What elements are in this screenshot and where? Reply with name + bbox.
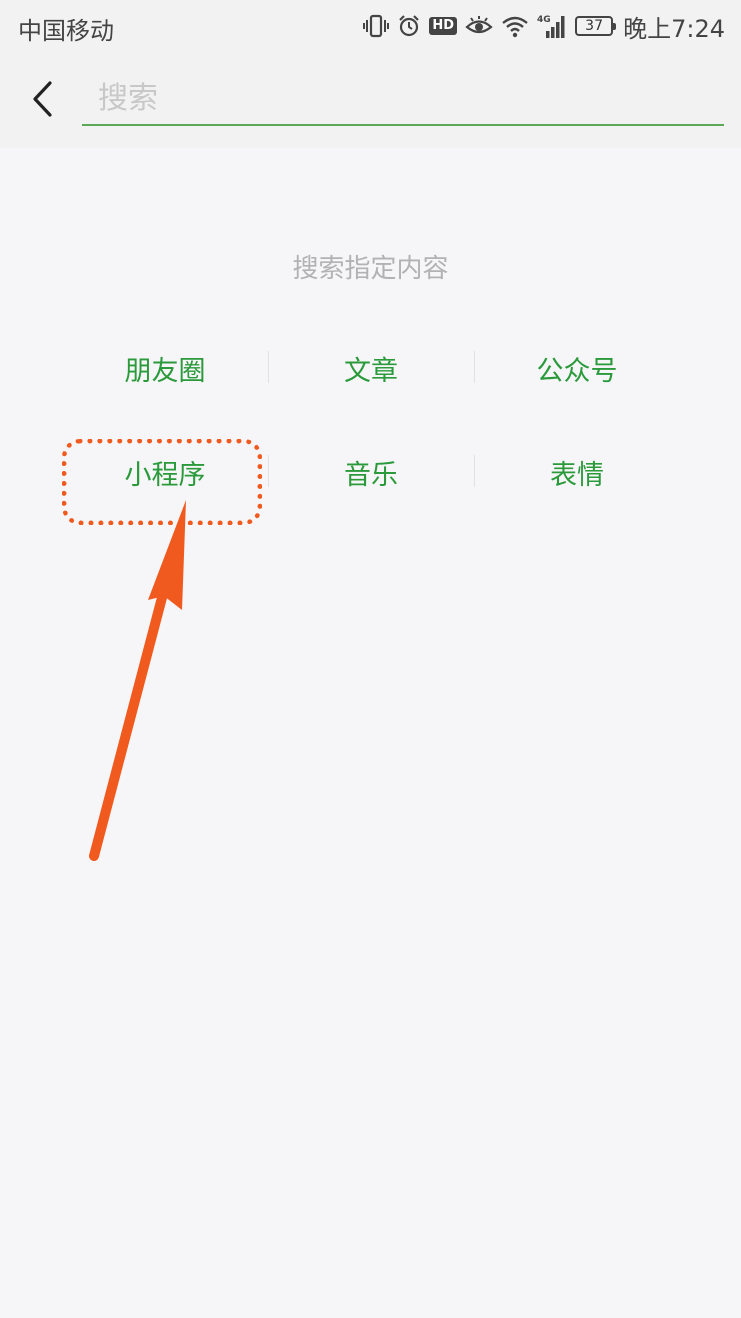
vibrate-icon bbox=[363, 14, 390, 38]
arrow-head bbox=[148, 500, 186, 610]
alarm-icon bbox=[397, 14, 421, 38]
category-music[interactable]: 音乐 bbox=[268, 453, 474, 492]
search-hint: 搜索指定内容 bbox=[292, 254, 449, 284]
category-articles[interactable]: 文章 bbox=[268, 349, 474, 388]
category-mini-programs[interactable]: 小程序 bbox=[62, 453, 268, 492]
search-input[interactable] bbox=[82, 74, 724, 126]
signal-icon: 4G bbox=[537, 13, 567, 39]
status-bar: 中国移动 HD 4G 37 晚上7:24 bbox=[0, 0, 741, 52]
category-official-accounts[interactable]: 公众号 bbox=[474, 349, 680, 388]
back-button[interactable] bbox=[22, 74, 62, 124]
status-icons: HD 4G 37 晚上7:24 bbox=[363, 9, 725, 43]
hd-icon: HD bbox=[429, 17, 458, 35]
annotation-arrow bbox=[89, 500, 186, 861]
wifi-icon bbox=[501, 14, 529, 38]
clock: 晚上7:24 bbox=[623, 14, 725, 43]
network-label: 4G bbox=[537, 15, 551, 25]
eye-icon bbox=[465, 15, 493, 37]
category-moments[interactable]: 朋友圈 bbox=[62, 349, 268, 388]
category-row: 小程序 音乐 表情 bbox=[62, 440, 680, 504]
category-grid: 朋友圈 文章 公众号 小程序 音乐 表情 bbox=[62, 336, 680, 504]
arrow-shaft bbox=[89, 585, 169, 861]
carrier-label: 中国移动 bbox=[18, 17, 114, 45]
search-header bbox=[0, 52, 741, 148]
category-row: 朋友圈 文章 公众号 bbox=[62, 336, 680, 400]
battery-icon: 37 bbox=[575, 16, 617, 36]
chevron-left-icon bbox=[33, 81, 52, 117]
category-stickers[interactable]: 表情 bbox=[474, 453, 680, 492]
